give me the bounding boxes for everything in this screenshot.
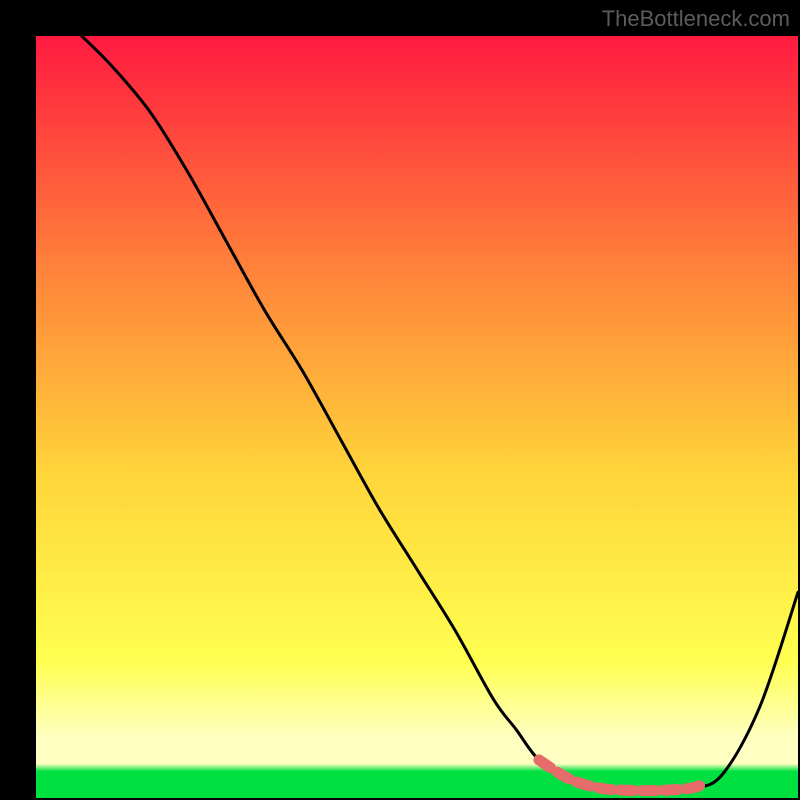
watermark: TheBottleneck.com	[602, 6, 790, 32]
bottleneck-chart	[0, 0, 800, 800]
plot-background	[36, 36, 798, 798]
chart-container: TheBottleneck.com	[0, 0, 800, 800]
